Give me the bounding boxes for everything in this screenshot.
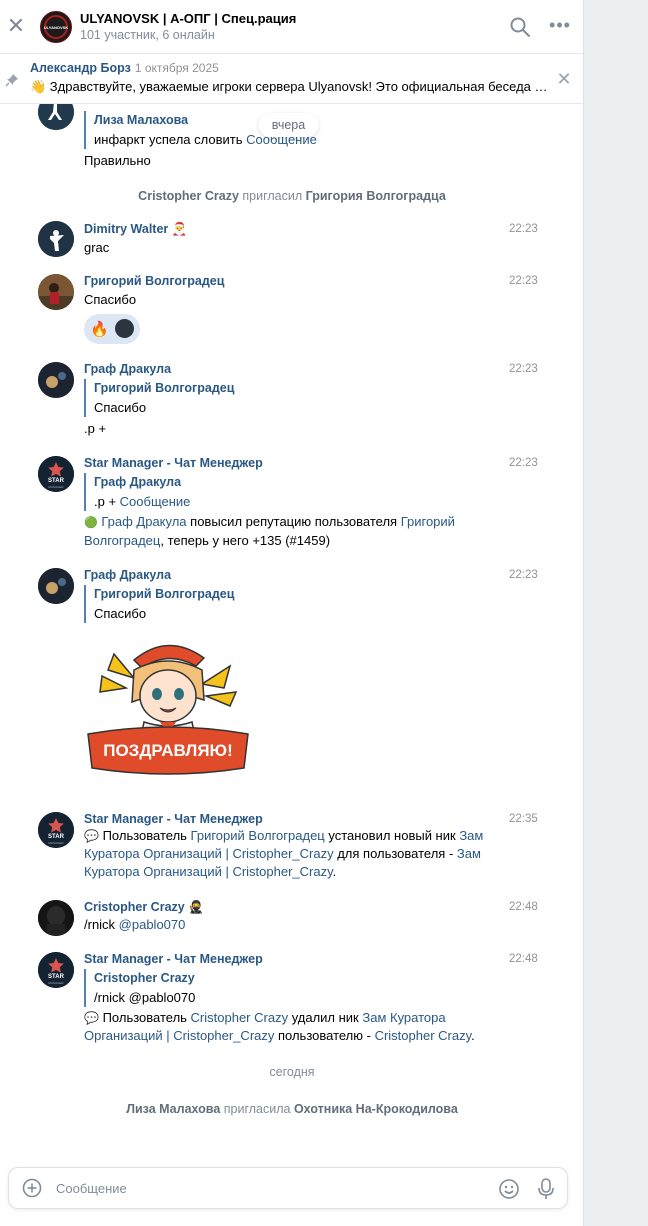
chat-members-count[interactable]: 101 участник, 6 онлайн xyxy=(80,28,215,42)
star-logo-text: STAR xyxy=(48,478,64,484)
user-link[interactable]: Cristopher Crazy xyxy=(191,1010,289,1025)
date-divider: сегодня xyxy=(269,1065,315,1079)
message-text: /rnick @pablo070 xyxy=(84,917,186,932)
chat-avatar[interactable]: ULYANOVSK xyxy=(40,11,72,43)
user-link[interactable]: Cristopher Crazy xyxy=(375,1028,472,1043)
nick-link[interactable]: Куратора Организаций | Cristopher_Crazy xyxy=(84,864,333,879)
date-pill: вчера xyxy=(258,113,319,137)
system-message: Лиза Малахова пригласила Охотника На-Кро… xyxy=(126,1102,458,1116)
user-link[interactable]: Волгоградец xyxy=(84,533,160,548)
avatar[interactable]: STAR MANAGER xyxy=(38,812,74,848)
reply-author[interactable]: Граф Дракула xyxy=(94,473,190,492)
star-logo-sub: MANAGER xyxy=(48,841,64,845)
nick-link[interactable]: Зам xyxy=(459,828,483,843)
avatar[interactable] xyxy=(38,104,74,130)
star-logo-text: STAR xyxy=(48,834,64,840)
avatar-label: ULYANOVSK xyxy=(43,25,69,30)
message-author[interactable]: Граф Дракула xyxy=(84,362,171,376)
message-time[interactable]: 22:48 xyxy=(509,901,538,913)
message-author[interactable]: Dimitry Walter 🎅 xyxy=(84,222,187,237)
message-author[interactable]: Star Manager - Чат Менеджер xyxy=(84,952,263,966)
message-time[interactable]: 22:35 xyxy=(509,813,538,825)
avatar[interactable]: STAR MANAGER xyxy=(38,456,74,492)
reply-author[interactable]: Григорий Волгоградец xyxy=(94,585,234,604)
chat-panel: ✕ ULYANOVSK ULYANOVSK | А-ОПГ | Спец.рац… xyxy=(0,0,584,1226)
pinned-message[interactable]: Александр Борз 1 октября 2025 👋 Здравству… xyxy=(0,54,583,104)
reaction-chip[interactable]: 🔥 xyxy=(84,314,140,344)
reply-quote[interactable]: Григорий Волгоградец Спасибо xyxy=(84,379,234,417)
attach-plus-icon[interactable] xyxy=(22,1178,42,1198)
message-text: 🟢 Граф Дракула повысил репутацию пользов… xyxy=(84,514,455,548)
message-time[interactable]: 22:23 xyxy=(509,223,538,235)
reply-quote[interactable]: Граф Дракула .р + Сообщение xyxy=(84,473,190,511)
close-icon[interactable]: ✕ xyxy=(4,15,28,39)
avatar[interactable] xyxy=(38,221,74,257)
search-icon[interactable] xyxy=(509,16,531,38)
message-author[interactable]: Григорий Волгоградец xyxy=(84,274,224,288)
sticker-text: ПОЗДРАВЛЯЮ! xyxy=(103,741,233,760)
pinned-date: 1 октября 2025 xyxy=(134,61,219,75)
message-author[interactable]: Cristopher Crazy 🥷 xyxy=(84,900,204,915)
message-time[interactable]: 22:23 xyxy=(509,275,538,287)
message-text: .р + xyxy=(84,421,107,436)
pin-icon xyxy=(5,74,18,87)
pinned-text: 👋 Здравствуйте, уважаемые игроки сервера… xyxy=(30,79,548,94)
nick-link[interactable]: Зам xyxy=(457,846,481,861)
nick-link[interactable]: Куратора Организаций | Cristopher_Crazy xyxy=(84,846,334,861)
user-link[interactable]: Григорий xyxy=(401,514,455,529)
pinned-author[interactable]: Александр Борз 1 октября 2025 xyxy=(30,61,219,75)
system-message: Cristopher Crazy пригласил Григория Волг… xyxy=(138,189,446,203)
fire-reaction-icon: 🔥 xyxy=(90,321,109,338)
star-logo-text: STAR xyxy=(48,974,64,980)
message-time[interactable]: 22:23 xyxy=(509,569,538,581)
more-icon[interactable]: ••• xyxy=(549,16,571,38)
nick-link[interactable]: Организаций | Cristopher_Crazy xyxy=(84,1028,274,1043)
star-logo-sub: MANAGER xyxy=(48,485,64,489)
reply-quote[interactable]: Cristopher Crazy /rnick @pablo070 xyxy=(84,969,195,1007)
user-link[interactable]: Граф Дракула xyxy=(101,514,186,529)
microphone-icon[interactable] xyxy=(535,1177,557,1201)
reply-text: .р + Сообщение xyxy=(94,494,191,509)
message-text: Правильно xyxy=(84,153,151,168)
avatar[interactable] xyxy=(38,274,74,310)
message-author[interactable]: Граф Дракула xyxy=(84,568,171,582)
speech-bubble-icon: 💬 xyxy=(84,1011,99,1025)
sticker[interactable]: ПОЗДРАВЛЯЮ! xyxy=(84,630,252,790)
speech-bubble-icon: 💬 xyxy=(84,829,99,843)
reply-quote[interactable]: Григорий Волгоградец Спасибо xyxy=(84,585,234,623)
nick-link[interactable]: Зам Куратора xyxy=(362,1010,445,1025)
avatar[interactable] xyxy=(38,568,74,604)
reply-text: Спасибо xyxy=(94,400,147,415)
message-feed[interactable]: вчера Лиза Малахова инфаркт успела слови… xyxy=(0,104,583,1160)
avatar[interactable]: STAR MANAGER xyxy=(38,952,74,988)
avatar[interactable] xyxy=(38,900,74,936)
message-composer[interactable]: Сообщение xyxy=(8,1167,568,1209)
message-time[interactable]: 22:23 xyxy=(509,363,538,375)
message-text: grac xyxy=(84,240,110,255)
reply-author[interactable]: Cristopher Crazy xyxy=(94,969,195,988)
message-time[interactable]: 22:23 xyxy=(509,457,538,469)
message-text: Спасибо xyxy=(84,292,137,307)
message-input[interactable]: Сообщение xyxy=(56,1181,127,1196)
message-author[interactable]: Star Manager - Чат Менеджер xyxy=(84,812,263,826)
mention-link[interactable]: @pablo070 xyxy=(119,917,186,932)
reply-text: Спасибо xyxy=(94,606,147,621)
star-logo-sub: MANAGER xyxy=(48,981,64,985)
message-author[interactable]: Star Manager - Чат Менеджер xyxy=(84,456,263,470)
reactor-avatar xyxy=(115,319,134,338)
message-text: 💬 Пользователь Григорий Волгоградец уста… xyxy=(84,828,484,879)
reply-author[interactable]: Григорий Волгоградец xyxy=(94,379,234,398)
chat-title[interactable]: ULYANOVSK | А-ОПГ | Спец.рация xyxy=(80,11,296,26)
chat-header: ✕ ULYANOVSK ULYANOVSK | А-ОПГ | Спец.рац… xyxy=(0,0,583,54)
user-link[interactable]: Григорий Волгоградец xyxy=(191,828,325,843)
reply-text: /rnick @pablo070 xyxy=(94,990,196,1005)
avatar[interactable] xyxy=(38,362,74,398)
message-time[interactable]: 22:48 xyxy=(509,953,538,965)
emoji-icon[interactable] xyxy=(498,1178,520,1200)
reply-link[interactable]: Сообщение xyxy=(120,494,191,509)
close-pinned-icon[interactable]: ✕ xyxy=(555,70,573,88)
composer-area: Сообщение xyxy=(0,1160,583,1226)
message-text: 💬 Пользователь Cristopher Crazy удалил н… xyxy=(84,1010,475,1043)
green-circle-icon: 🟢 xyxy=(84,517,98,529)
